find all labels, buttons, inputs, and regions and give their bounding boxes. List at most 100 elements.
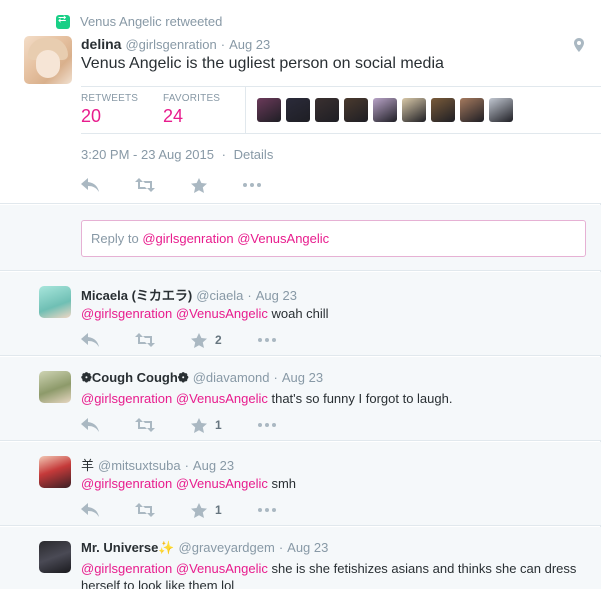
favoriter-avatar[interactable] xyxy=(373,98,397,122)
favorites-label: FAVORITES xyxy=(163,93,221,104)
tweet-date[interactable]: Aug 23 xyxy=(229,37,270,52)
favoriter-avatar[interactable] xyxy=(402,98,426,122)
mention-link[interactable]: @girlsgenration xyxy=(81,476,172,491)
avatar[interactable] xyxy=(39,286,71,318)
retweet-context: Venus Angelic retweeted xyxy=(56,14,222,29)
reply-button[interactable] xyxy=(81,416,99,434)
reply-button[interactable] xyxy=(81,501,99,519)
mention-link[interactable]: @VenusAngelic xyxy=(176,476,268,491)
reply-tweet[interactable]: ❁Cough Cough❁ @diavamond · Aug 23 @girls… xyxy=(0,357,601,441)
more-icon xyxy=(257,508,276,512)
favoriter-avatar[interactable] xyxy=(286,98,310,122)
reply-tweet[interactable]: 羊 @mitsuxtsuba · Aug 23 @girlsgenration … xyxy=(0,442,601,526)
tweet-date[interactable]: Aug 23 xyxy=(282,370,323,385)
tweet-text: @girlsgenration @VenusAngelic she is she… xyxy=(81,560,591,589)
favorite-button[interactable]: 2 xyxy=(191,331,222,349)
more-button[interactable] xyxy=(257,501,276,519)
avatar[interactable] xyxy=(39,541,71,573)
reply-input[interactable]: Reply to @girlsgenration @VenusAngelic xyxy=(81,220,586,257)
favorite-button[interactable]: 1 xyxy=(191,416,222,434)
author-name[interactable]: ❁Cough Cough❁ xyxy=(81,370,189,386)
retweet-button[interactable] xyxy=(135,331,155,349)
mention-link[interactable]: @VenusAngelic xyxy=(176,391,268,406)
mention-link[interactable]: @girlsgenration xyxy=(81,391,172,406)
retweet-button[interactable] xyxy=(135,176,155,194)
tweet-text: Venus Angelic is the ugliest person on s… xyxy=(81,55,444,72)
star-icon xyxy=(191,332,207,348)
more-icon xyxy=(257,423,276,427)
details-link[interactable]: Details xyxy=(234,147,274,162)
author-name[interactable]: 羊 xyxy=(81,455,94,474)
reply-button[interactable] xyxy=(81,331,99,349)
author-handle[interactable]: @ciaela xyxy=(196,288,243,303)
retweet-icon xyxy=(135,418,155,432)
reply-icon xyxy=(81,333,99,347)
retweet-button[interactable] xyxy=(135,501,155,519)
mention-link[interactable]: @girlsgenration xyxy=(81,561,172,576)
favorite-button[interactable] xyxy=(191,176,207,194)
tweet-stats: RETWEETS 20 FAVORITES 24 xyxy=(81,86,601,134)
reply-tweet[interactable]: Micaela (ミカエラ) @ciaela · Aug 23 @girlsge… xyxy=(0,272,601,356)
favoriter-avatar[interactable] xyxy=(257,98,281,122)
avatar[interactable] xyxy=(39,456,71,488)
tweet-date[interactable]: Aug 23 xyxy=(256,288,297,303)
favorite-count: 1 xyxy=(215,503,222,517)
tweet-actions: 1 xyxy=(81,501,312,519)
reply-area: Reply to @girlsgenration @VenusAngelic xyxy=(0,205,601,271)
retweet-context-label[interactable]: Venus Angelic retweeted xyxy=(80,14,222,29)
reply-icon xyxy=(81,178,99,192)
mention-link: @girlsgenration xyxy=(142,231,234,246)
mention-link[interactable]: @VenusAngelic xyxy=(176,306,268,321)
more-button[interactable] xyxy=(257,416,276,434)
tweet-header: Micaela (ミカエラ) @ciaela · Aug 23 xyxy=(81,285,297,304)
star-icon xyxy=(191,177,207,193)
favoriter-avatar[interactable] xyxy=(489,98,513,122)
retweet-button[interactable] xyxy=(135,416,155,434)
author-handle[interactable]: @mitsuxtsuba xyxy=(98,458,181,473)
favoriter-avatar[interactable] xyxy=(431,98,455,122)
reply-tweet[interactable]: Mr. Universe✨ @graveyardgem · Aug 23 @gi… xyxy=(0,527,601,589)
mention-link[interactable]: @VenusAngelic xyxy=(176,561,268,576)
retweets-label: RETWEETS xyxy=(81,93,139,104)
reply-icon xyxy=(81,418,99,432)
more-button[interactable] xyxy=(243,176,261,194)
favoriter-avatars xyxy=(257,98,518,122)
favoriter-avatar[interactable] xyxy=(315,98,339,122)
author-handle[interactable]: @girlsgenration xyxy=(125,37,216,52)
tweet-body: smh xyxy=(267,476,297,491)
separator-dot: · xyxy=(184,458,189,473)
tweet-actions xyxy=(81,176,297,194)
avatar[interactable] xyxy=(39,371,71,403)
reply-icon xyxy=(81,503,99,517)
tweet-header: ❁Cough Cough❁ @diavamond · Aug 23 xyxy=(81,370,323,386)
author-name[interactable]: Mr. Universe✨ xyxy=(81,540,175,556)
author-handle[interactable]: @graveyardgem xyxy=(179,540,275,555)
author-name[interactable]: delina xyxy=(81,36,121,52)
tweet-date[interactable]: Aug 23 xyxy=(287,540,328,555)
tweet-date[interactable]: Aug 23 xyxy=(193,458,234,473)
avatar[interactable] xyxy=(24,36,72,84)
mention-link[interactable]: @girlsgenration xyxy=(81,306,172,321)
favoriter-avatar[interactable] xyxy=(460,98,484,122)
favorite-count: 2 xyxy=(215,333,222,347)
tweet-timestamp[interactable]: 3:20 PM - 23 Aug 2015 xyxy=(81,147,214,162)
favorite-button[interactable]: 1 xyxy=(191,501,222,519)
retweet-icon xyxy=(135,333,155,347)
tweet-header: 羊 @mitsuxtsuba · Aug 23 xyxy=(81,455,234,474)
separator-dot: · xyxy=(221,147,226,162)
favorites-count: 24 xyxy=(163,106,184,126)
location-pin-icon[interactable] xyxy=(574,38,584,52)
separator-dot: · xyxy=(220,37,226,52)
more-button[interactable] xyxy=(257,331,276,349)
retweet-icon xyxy=(135,503,155,517)
favoriter-avatar[interactable] xyxy=(344,98,368,122)
retweet-stat[interactable]: RETWEETS 20 xyxy=(81,93,138,127)
favorite-count: 1 xyxy=(215,418,222,432)
favorite-stat[interactable]: FAVORITES 24 xyxy=(163,93,220,127)
more-icon xyxy=(257,338,276,342)
reply-prefix: Reply to xyxy=(91,231,143,246)
author-name[interactable]: Micaela (ミカエラ) xyxy=(81,285,192,304)
author-handle[interactable]: @diavamond xyxy=(193,370,270,385)
reply-button[interactable] xyxy=(81,176,99,194)
retweets-count: 20 xyxy=(81,106,102,126)
